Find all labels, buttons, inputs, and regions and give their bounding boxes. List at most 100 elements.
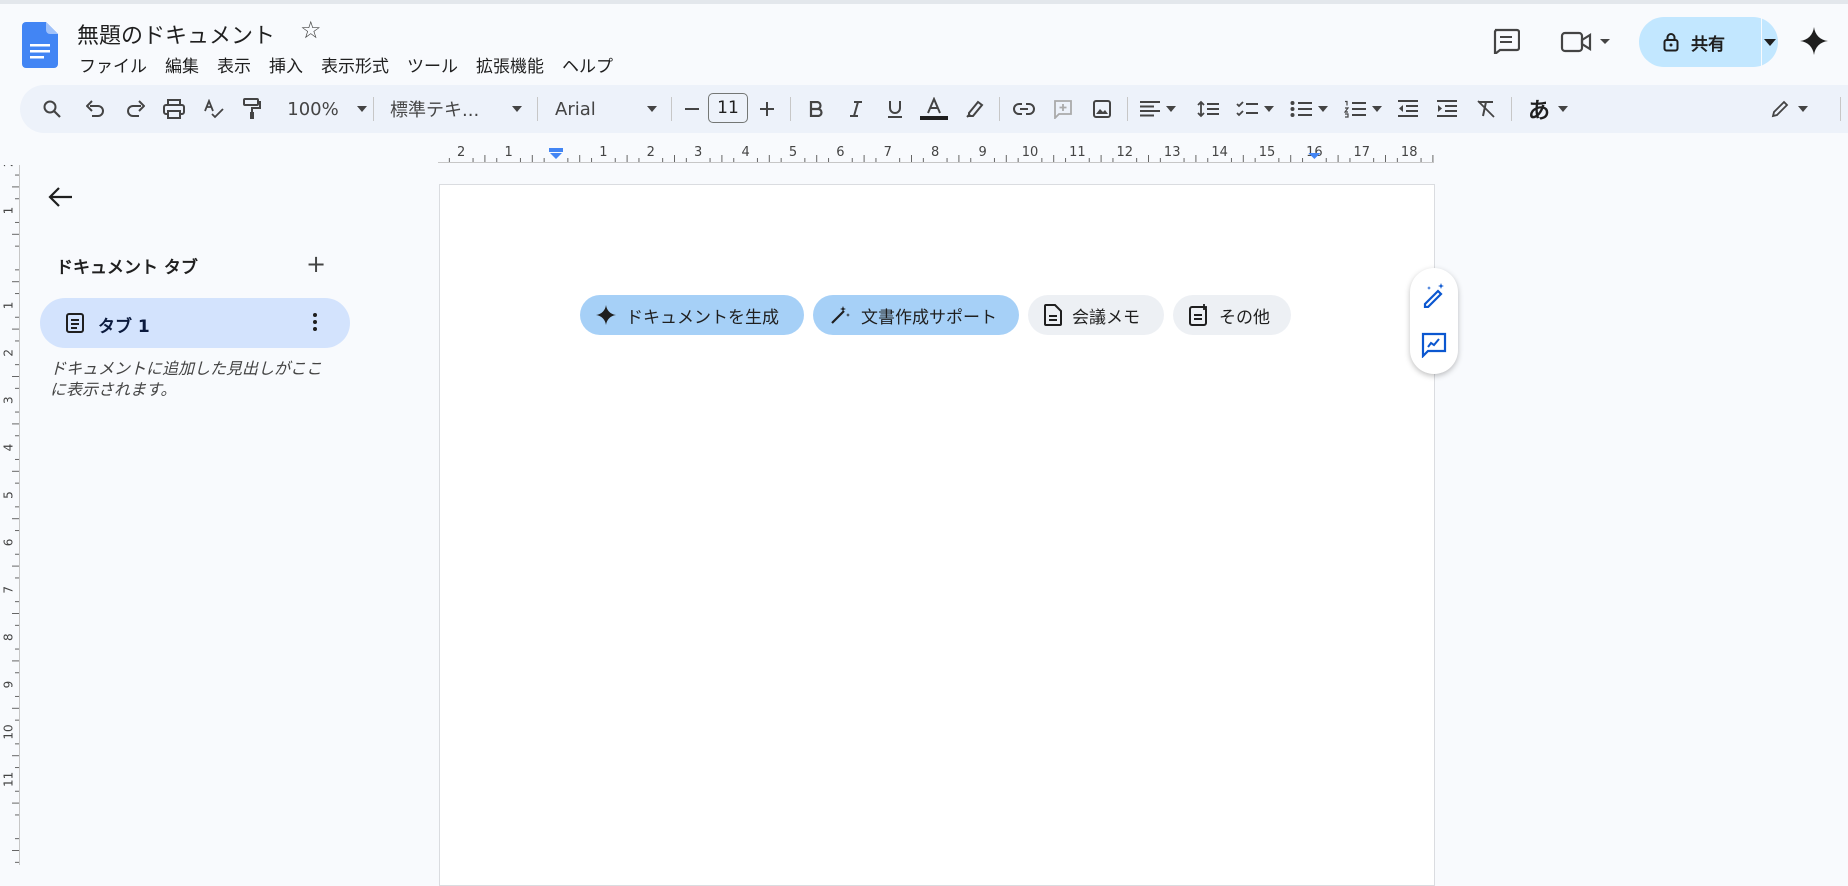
ruler-label: 3 xyxy=(2,396,16,404)
underline-icon[interactable] xyxy=(881,85,909,133)
generate-document-chip[interactable]: ドキュメントを生成 xyxy=(580,295,804,335)
ruler-label: 7 xyxy=(884,145,892,160)
font-family-select[interactable]: Arial xyxy=(555,85,675,133)
share-main[interactable]: 共有 xyxy=(1639,17,1743,67)
align-left-icon xyxy=(1140,101,1160,117)
chip-label: 文書作成サポート xyxy=(861,307,997,328)
line-spacing-icon[interactable] xyxy=(1194,85,1222,133)
floating-action-panel xyxy=(1410,268,1458,374)
window-top-border xyxy=(0,0,1848,4)
tab-label: タブ 1 xyxy=(98,317,150,337)
chip-label: ドキュメントを生成 xyxy=(626,307,779,328)
ruler-label: 8 xyxy=(2,633,16,641)
zoom-select[interactable]: 100% xyxy=(282,85,372,133)
decrease-font-size-icon[interactable] xyxy=(680,85,704,133)
menu-edit[interactable]: 編集 xyxy=(156,50,208,79)
paint-format-icon[interactable] xyxy=(238,85,266,133)
toolbar: 100% 標準テキ... Arial 11 あ xyxy=(20,85,1848,133)
meeting-notes-chip[interactable]: 会議メモ xyxy=(1028,295,1164,335)
headings-hint: ドキュメントに追加した見出しがここに表示されます。 xyxy=(50,359,323,399)
horizontal-ruler[interactable]: 2 1 1 2 3 4 5 6 7 8 9 10 11 12 13 14 15 16 17 18 xyxy=(438,143,1434,163)
insert-link-icon[interactable] xyxy=(1010,85,1038,133)
add-tab-icon[interactable]: + xyxy=(306,250,326,278)
spellcheck-icon[interactable] xyxy=(200,85,228,133)
help-me-write-icon[interactable] xyxy=(1421,282,1447,308)
ruler-label: 11 xyxy=(1069,145,1086,160)
ruler-label: 2 xyxy=(457,145,465,160)
search-menus-icon[interactable] xyxy=(38,85,66,133)
ruler-label: 9 xyxy=(978,145,986,160)
insert-image-icon[interactable] xyxy=(1088,85,1116,133)
ruler-label: 1 xyxy=(2,302,16,310)
ruler-label: 7 xyxy=(2,586,16,594)
back-arrow-icon[interactable] xyxy=(48,186,74,212)
toolbar-divider xyxy=(1511,97,1512,121)
highlight-color-icon[interactable] xyxy=(960,85,988,133)
redo-icon[interactable] xyxy=(121,85,149,133)
increase-font-size-icon[interactable] xyxy=(755,85,779,133)
document-icon xyxy=(1044,304,1062,326)
chip-label: その他 xyxy=(1219,307,1270,328)
share-dropdown-icon[interactable] xyxy=(1762,17,1778,67)
share-button[interactable]: 共有 xyxy=(1639,17,1778,67)
menu-help[interactable]: ヘルプ xyxy=(553,50,622,79)
print-icon[interactable] xyxy=(160,85,188,133)
menu-file[interactable]: ファイル xyxy=(70,50,156,79)
decrease-indent-icon[interactable] xyxy=(1394,85,1422,133)
menu-view[interactable]: 表示 xyxy=(208,50,260,79)
italic-icon[interactable] xyxy=(842,85,870,133)
gemini-sparkle-icon[interactable] xyxy=(1800,27,1828,59)
lock-icon xyxy=(1663,33,1679,52)
add-comment-icon[interactable] xyxy=(1049,85,1077,133)
editing-mode-select[interactable] xyxy=(1764,85,1814,133)
ruler-label: 18 xyxy=(1401,145,1418,160)
writing-support-chip[interactable]: 文書作成サポート xyxy=(813,295,1019,335)
vertical-ruler[interactable]: 211234567891011 xyxy=(0,165,20,865)
bulleted-list-select[interactable] xyxy=(1286,85,1332,133)
toolbar-divider xyxy=(790,97,791,121)
menu-insert[interactable]: 挿入 xyxy=(260,50,312,79)
meet-video-icon[interactable] xyxy=(1560,30,1610,58)
chip-label: 会議メモ xyxy=(1072,307,1140,328)
sidebar-tab-1[interactable]: タブ 1 xyxy=(40,298,350,348)
ruler-label: 12 xyxy=(1117,145,1134,160)
sparkle-icon xyxy=(596,305,616,325)
text-color-icon[interactable] xyxy=(917,85,951,133)
ruler-label: 11 xyxy=(2,772,16,787)
document-title[interactable]: 無題のドキュメント xyxy=(77,18,275,50)
numbered-list-icon xyxy=(1344,100,1366,118)
font-size-input[interactable]: 11 xyxy=(708,93,748,123)
more-vert-icon[interactable] xyxy=(310,310,320,334)
checklist-icon xyxy=(1236,101,1258,117)
input-method-label: あ xyxy=(1527,99,1550,124)
ruler-label: 17 xyxy=(1354,145,1371,160)
docs-logo-icon[interactable] xyxy=(22,22,58,68)
checklist-select[interactable] xyxy=(1232,85,1278,133)
chevron-down-icon xyxy=(1558,106,1568,112)
align-select[interactable] xyxy=(1136,85,1180,133)
clear-formatting-icon[interactable] xyxy=(1472,85,1500,133)
toolbar-divider xyxy=(1127,97,1128,121)
menu-tools[interactable]: ツール xyxy=(398,50,467,79)
numbered-list-select[interactable] xyxy=(1340,85,1386,133)
document-page[interactable] xyxy=(439,184,1435,886)
more-chip[interactable]: その他 xyxy=(1173,295,1291,335)
ruler-label: 10 xyxy=(2,724,16,739)
input-tools-select[interactable]: あ xyxy=(1520,85,1576,133)
menu-format[interactable]: 表示形式 xyxy=(312,50,398,79)
ruler-label: 5 xyxy=(789,145,797,160)
chevron-down-icon xyxy=(1372,106,1382,112)
star-icon[interactable]: ☆ xyxy=(300,16,322,44)
ruler-label: 2 xyxy=(647,145,655,160)
undo-icon[interactable] xyxy=(82,85,110,133)
paragraph-style-select[interactable]: 標準テキ... xyxy=(390,85,542,133)
zoom-value: 100% xyxy=(287,98,339,120)
ruler-label: 1 xyxy=(2,207,16,215)
toolbar-divider xyxy=(537,97,538,121)
chevron-down-icon xyxy=(512,106,522,112)
menu-extensions[interactable]: 拡張機能 xyxy=(467,50,553,79)
increase-indent-icon[interactable] xyxy=(1433,85,1461,133)
comment-history-icon[interactable] xyxy=(1492,28,1521,58)
add-suggestion-icon[interactable] xyxy=(1421,332,1447,358)
bold-icon[interactable] xyxy=(802,85,830,133)
